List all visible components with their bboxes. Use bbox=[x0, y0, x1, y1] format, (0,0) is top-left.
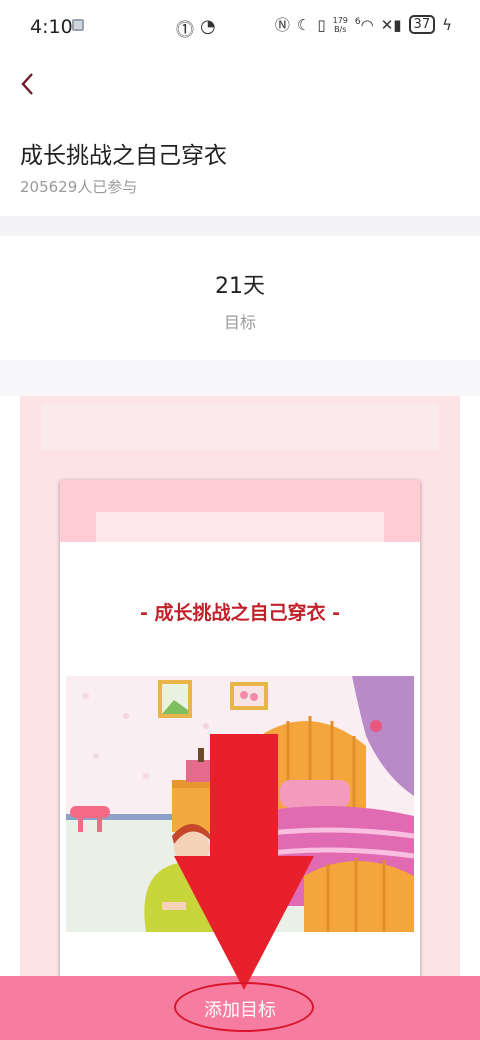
signal-icon: ✕▮ bbox=[380, 15, 402, 34]
moon-icon: ☾ bbox=[296, 15, 311, 34]
section-divider bbox=[0, 360, 480, 396]
back-button[interactable] bbox=[20, 66, 44, 102]
nfc-icon: Ⓝ bbox=[274, 16, 290, 34]
poster-title: - 成长挑战之自己穿衣 - bbox=[139, 602, 340, 624]
section-divider bbox=[0, 216, 480, 236]
annotation-arrow bbox=[174, 734, 314, 990]
wifi-icon: 6◠ bbox=[354, 15, 374, 34]
status-bar: 4:10 ⓵ ◔ Ⓝ ☾ ▯ 179 B/s 6◠ ✕▮ 37 ϟ bbox=[0, 0, 480, 54]
charging-icon: ϟ bbox=[442, 15, 452, 34]
chevron-left-icon bbox=[21, 73, 33, 95]
network-speed: 179 B/s bbox=[332, 15, 348, 34]
annotation-ellipse bbox=[174, 982, 314, 1032]
app-notification-icon bbox=[72, 19, 84, 31]
vibrate-icon: ▯ bbox=[317, 15, 326, 34]
participant-count: 205629人已参与 bbox=[20, 178, 138, 196]
hotspot-icon: ⓵ bbox=[176, 20, 194, 41]
goal-value: 21天 bbox=[215, 274, 265, 299]
battery-icon: 37 bbox=[408, 15, 436, 34]
goal-label: 目标 bbox=[223, 313, 256, 332]
page-title: 成长挑战之自己穿衣 bbox=[20, 143, 227, 169]
speedometer-icon: ◔ bbox=[200, 16, 216, 37]
status-time: 4:10 bbox=[30, 16, 73, 38]
